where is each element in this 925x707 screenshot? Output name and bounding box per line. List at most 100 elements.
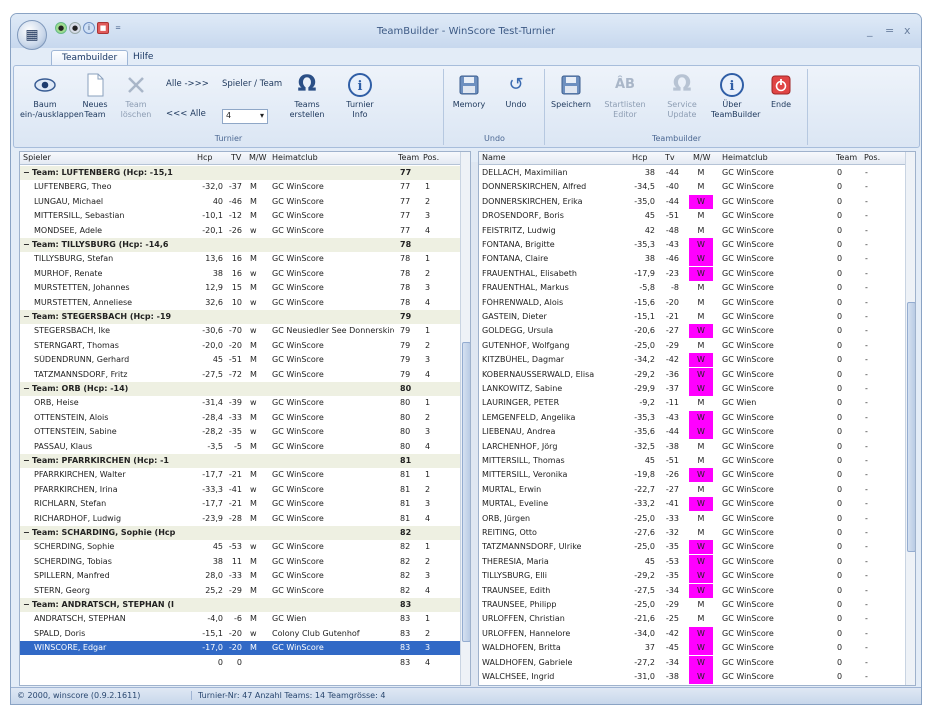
col-name[interactable]: Name	[482, 153, 506, 162]
player-row[interactable]: MITTERSILL, Sebastian -10,1 -12 M GC WinScor…	[20, 209, 460, 223]
neues-team-button[interactable]: Neues Team	[74, 73, 116, 120]
player-row[interactable]: SPALD, Doris -15,1 -20 w Colony Club Gutenho…	[20, 627, 460, 641]
available-player-row[interactable]: LANKOWITZ, Sabine -29,9 -37 W GC WinScore 0 -	[479, 382, 905, 396]
right-scrollbar[interactable]	[905, 152, 915, 685]
available-player-row[interactable]: LEMGENFELD, Angelika -35,3 -43 W GC WinScore…	[479, 410, 905, 425]
team-group-row[interactable]: − Team: STEGERSBACH (Hcp: -19 79	[20, 310, 460, 324]
player-row[interactable]: ANDRATSCH, STEPHAN -4,0 -6 M GC Wien 83 1	[20, 612, 460, 626]
player-row[interactable]: SCHERDING, Sophie 45 -53 w GC WinScore 82 1	[20, 540, 460, 554]
turnier-info-button[interactable]: i Turnier Info	[339, 73, 381, 120]
undo-button[interactable]: ↺ Undo	[495, 73, 537, 110]
available-player-row[interactable]: GASTEIN, Dieter -15,1 -21 M GC WinScore 0 -	[479, 310, 905, 324]
player-row[interactable]: OTTENSTEIN, Alois -28,4 -33 M GC WinScore 80 2	[20, 411, 460, 425]
team-tree-grid[interactable]: Spieler Hcp TV M/W Heimatclub Team Pos. …	[19, 151, 471, 686]
available-player-row[interactable]: TILLYSBURG, Elli -29,2 -35 W GC WinScore 0 -	[479, 569, 905, 584]
col-pos-r[interactable]: Pos.	[864, 153, 880, 162]
available-player-row[interactable]: KITZBÜHEL, Dagmar -34,2 -42 W GC WinScore 0 -	[479, 353, 905, 368]
available-player-row[interactable]: MITTERSILL, Thomas 45 -51 M GC WinScore 0 -	[479, 454, 905, 468]
baum-button[interactable]: Baum ein-/ausklappen	[20, 73, 84, 120]
player-row[interactable]: 0 0 83 4	[20, 656, 460, 670]
col-heimatclub-r[interactable]: Heimatclub	[722, 153, 768, 162]
available-player-row[interactable]: DROSENDORF, Boris 45 -51 M GC WinScore 0 -	[479, 209, 905, 223]
col-hcp-r[interactable]: Hcp	[632, 153, 648, 162]
player-row[interactable]: LUFTENBERG, Theo -32,0 -37 M GC WinScore 77 1	[20, 180, 460, 194]
available-player-row[interactable]: FEISTRITZ, Ludwig 42 -48 M GC WinScore 0 -	[479, 224, 905, 238]
player-row[interactable]: STERN, Georg 25,2 -29 M GC WinScore 82 4	[20, 584, 460, 598]
available-player-row[interactable]: GUTENHOF, Wolfgang -25,0 -29 M GC WinScore 0 -	[479, 339, 905, 353]
available-player-row[interactable]: KOBERNAUSSERWALD, Elisa -29,2 -36 W GC WinSc…	[479, 367, 905, 382]
col-mw[interactable]: M/W	[249, 153, 267, 162]
pane-splitter[interactable]	[471, 162, 478, 697]
ueber-button[interactable]: i Über TeamBuilder	[711, 73, 760, 120]
available-player-row[interactable]: MITTERSILL, Veronika -19,8 -26 W GC WinScore…	[479, 468, 905, 483]
col-hcp[interactable]: Hcp	[197, 153, 213, 162]
player-row[interactable]: RICHLARN, Stefan -17,7 -21 M GC WinScore 81 3	[20, 497, 460, 511]
team-group-row[interactable]: − Team: SCHARDING, Sophie (Hcp 82	[20, 526, 460, 540]
team-group-row[interactable]: − Team: TILLYSBURG (Hcp: -14,6 78	[20, 238, 460, 252]
service-update-button[interactable]: Ω Service Update	[661, 73, 703, 120]
col-heimatclub[interactable]: Heimatclub	[272, 153, 318, 162]
col-tv-r[interactable]: Tv	[665, 153, 675, 162]
left-scroll-thumb[interactable]	[462, 342, 470, 642]
available-player-row[interactable]: THERESIA, Maria 45 -53 W GC WinScore 0 -	[479, 554, 905, 569]
player-row[interactable]: OTTENSTEIN, Sabine -28,2 -35 w GC WinScore 80…	[20, 425, 460, 439]
available-player-row[interactable]: MURTAL, Eveline -33,2 -41 W GC WinScore 0 -	[479, 497, 905, 512]
available-player-row[interactable]: FONTANA, Brigitte -35,3 -43 W GC WinScore 0 -	[479, 238, 905, 252]
available-player-row[interactable]: DONNERSKIRCHEN, Erika -35,0 -44 W GC WinScor…	[479, 194, 905, 209]
maximize-button[interactable]: =	[885, 24, 894, 37]
player-row[interactable]: LUNGAU, Michael 40 -46 M GC WinScore 77 2	[20, 195, 460, 209]
col-team[interactable]: Team	[398, 153, 419, 162]
player-row[interactable]: MURSTETTEN, Anneliese 32,6 10 w GC WinScore 7…	[20, 296, 460, 310]
available-player-row[interactable]: FRAUENTHAL, Markus -5,8 -8 M GC WinScore 0 -	[479, 281, 905, 295]
ende-button[interactable]: Ende	[760, 73, 802, 110]
speichern-button[interactable]: Speichern	[550, 73, 592, 110]
alle-vor-button[interactable]: Alle ->>>	[166, 79, 209, 89]
available-player-row[interactable]: DELLACH, Maximilian 38 -44 M GC WinScore 0 -	[479, 166, 905, 180]
available-player-row[interactable]: WALDHOFEN, Britta 37 -45 W GC WinScore 0 -	[479, 641, 905, 656]
available-player-row[interactable]: FÖHRENWALD, Alois -15,6 -20 M GC WinScore 0 -	[479, 296, 905, 310]
available-player-row[interactable]: FRAUENTHAL, Elisabeth -17,9 -23 W GC WinScor…	[479, 266, 905, 281]
player-row[interactable]: WINSCORE, Edgar -17,0 -20 M GC WinScore 83 3	[20, 641, 460, 656]
available-player-row[interactable]: FONTANA, Claire 38 -46 W GC WinScore 0 -	[479, 252, 905, 267]
right-scroll-thumb[interactable]	[907, 302, 915, 552]
available-player-row[interactable]: ORB, Jürgen -25,0 -33 M GC WinScore 0 -	[479, 512, 905, 526]
team-group-row[interactable]: − Team: LUFTENBERG (Hcp: -15,1 77	[20, 166, 460, 180]
player-row[interactable]: MURSTETTEN, Johannes 12,9 15 M GC WinScore 78…	[20, 281, 460, 295]
col-team-r[interactable]: Team	[836, 153, 857, 162]
player-row[interactable]: PFARRKIRCHEN, Irina -33,3 -41 w GC WinScore 8…	[20, 483, 460, 497]
team-group-row[interactable]: − Team: PFARRKIRCHEN (Hcp: -1 81	[20, 454, 460, 468]
player-row[interactable]: RICHARDHOF, Ludwig -23,9 -28 M GC WinScore 81…	[20, 512, 460, 526]
player-row[interactable]: SPILLERN, Manfred 28,0 -33 M GC WinScore 82 3	[20, 569, 460, 583]
col-tv[interactable]: TV	[231, 153, 241, 162]
player-row[interactable]: TATZMANNSDORF, Fritz -27,5 -72 M GC WinScore…	[20, 368, 460, 382]
available-player-row[interactable]: LAURINGER, PETER -9,2 -11 M GC Wien 0 -	[479, 396, 905, 410]
close-button[interactable]: x	[904, 24, 911, 37]
left-scrollbar[interactable]	[460, 152, 470, 685]
team-group-row[interactable]: − Team: ANDRATSCH, STEPHAN (I 83	[20, 598, 460, 612]
team-loeschen-button[interactable]: Team löschen	[115, 73, 157, 120]
col-pos[interactable]: Pos.	[423, 153, 439, 162]
player-row[interactable]: PASSAU, Klaus -3,5 -5 M GC WinScore 80 4	[20, 440, 460, 454]
available-player-row[interactable]: MURTAL, Erwin -22,7 -27 M GC WinScore 0 -	[479, 483, 905, 497]
player-grid[interactable]: Name Hcp Tv M/W Heimatclub Team Pos. DEL…	[478, 151, 916, 686]
col-mw-r[interactable]: M/W	[693, 153, 711, 162]
player-row[interactable]: SCHERDING, Tobias 38 11 M GC WinScore 82 2	[20, 555, 460, 569]
alle-zurueck-button[interactable]: <<< Alle	[166, 109, 206, 119]
player-row[interactable]: STEGERSBACH, Ike -30,6 -70 w GC Neusiedler S…	[20, 324, 460, 338]
startlisten-editor-button[interactable]: ÂB Startlisten Editor	[604, 73, 646, 120]
available-player-row[interactable]: TRAUNSEE, Philipp -25,0 -29 M GC WinScore 0 -	[479, 598, 905, 612]
available-player-row[interactable]: LIEBENAU, Andrea -35,6 -44 W GC WinScore 0 -	[479, 425, 905, 440]
player-row[interactable]: TILLYSBURG, Stefan 13,6 16 M GC WinScore 78 1	[20, 252, 460, 266]
available-player-row[interactable]: TRAUNSEE, Edith -27,5 -34 W GC WinScore 0 -	[479, 583, 905, 598]
col-spieler[interactable]: Spieler	[23, 153, 51, 162]
minimize-button[interactable]: _	[867, 24, 873, 37]
memory-button[interactable]: Memory	[448, 73, 490, 110]
available-player-row[interactable]: URLOFFEN, Christian -21,6 -25 M GC WinScore 0…	[479, 612, 905, 626]
team-group-row[interactable]: − Team: ORB (Hcp: -14) 80	[20, 382, 460, 396]
spieler-team-select[interactable]: 4 ▾	[222, 109, 268, 124]
available-player-row[interactable]: WALCHSEE, Ingrid -31,0 -38 W GC WinScore 0 -	[479, 670, 905, 684]
player-row[interactable]: SÜDENDRUNN, Gerhard 45 -51 M GC WinScore 79 3	[20, 353, 460, 367]
teams-erstellen-button[interactable]: Ω Teams erstellen	[286, 73, 328, 120]
player-row[interactable]: MONDSEE, Adele -20,1 -26 w GC WinScore 77 4	[20, 224, 460, 238]
player-row[interactable]: MURHOF, Renate 38 16 w GC WinScore 78 2	[20, 267, 460, 281]
